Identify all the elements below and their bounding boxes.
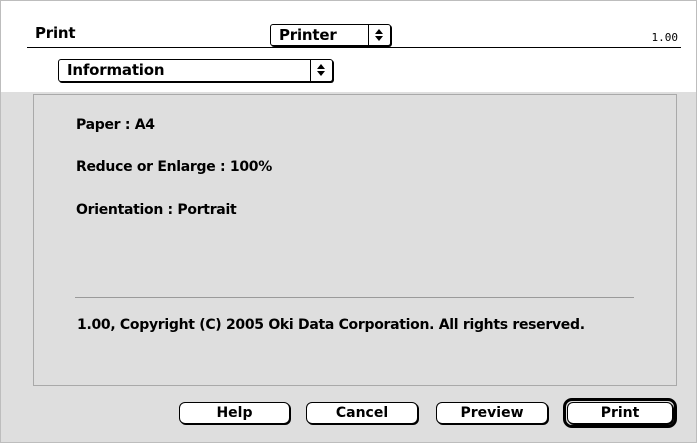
print-dialog: Print Printer 1.00 Information Paper : A… (0, 0, 697, 443)
information-panel (33, 94, 677, 386)
updown-arrows-icon (310, 60, 332, 81)
print-button[interactable]: Print (567, 402, 673, 424)
dialog-header: Print Printer 1.00 Information (1, 1, 696, 92)
panel-divider (75, 297, 634, 298)
panel-popup-label: Information (67, 61, 165, 79)
paper-info: Paper : A4 (76, 117, 155, 133)
cancel-button[interactable]: Cancel (306, 402, 418, 424)
help-button[interactable]: Help (179, 402, 290, 424)
dialog-title: Print (35, 24, 76, 42)
header-divider (27, 47, 681, 48)
copyright-text: 1.00, Copyright (C) 2005 Oki Data Corpor… (77, 317, 585, 333)
updown-arrows-icon (368, 25, 390, 45)
orientation-info: Orientation : Portrait (76, 202, 237, 218)
printer-popup-menu[interactable]: Printer (270, 24, 391, 46)
version-label: 1.00 (651, 31, 679, 44)
reduce-enlarge-info: Reduce or Enlarge : 100% (76, 159, 272, 175)
preview-button[interactable]: Preview (436, 402, 548, 424)
panel-popup-menu[interactable]: Information (58, 59, 333, 82)
printer-popup-label: Printer (279, 26, 337, 44)
